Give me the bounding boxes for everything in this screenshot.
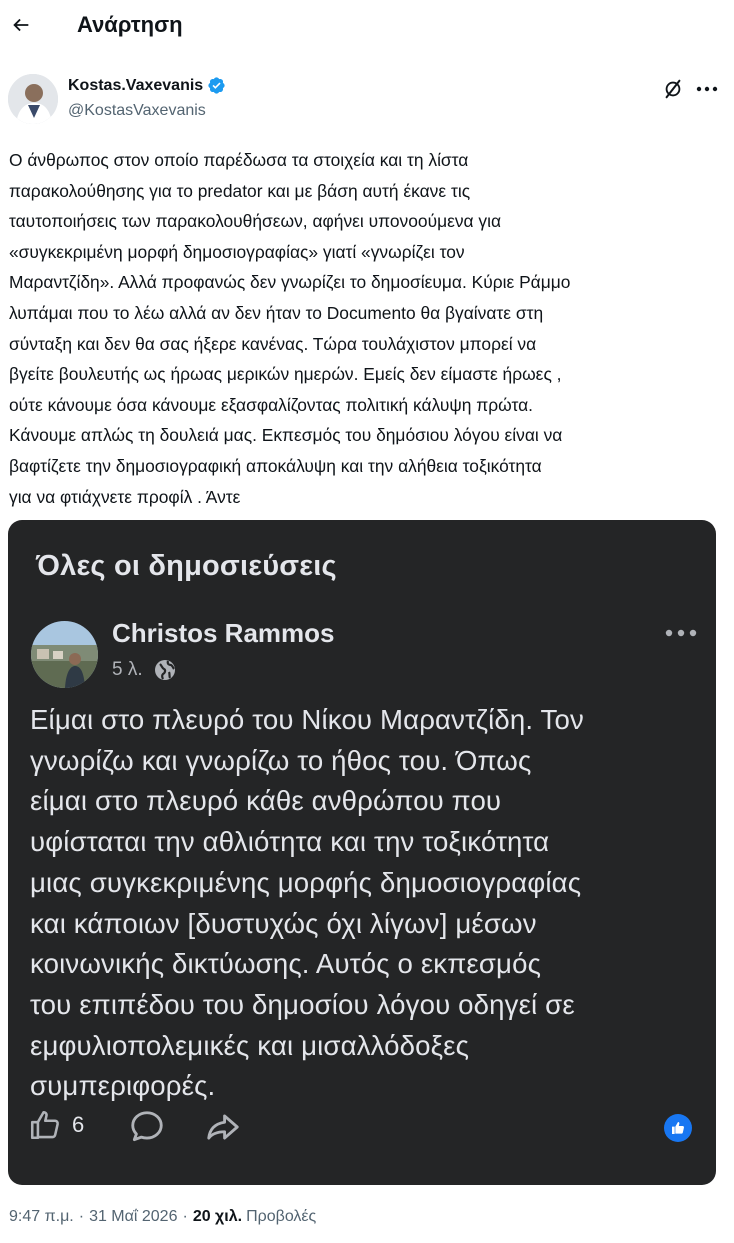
author-name-text: Kostas.Vaxevanis xyxy=(68,76,204,94)
embed-author-avatar-image xyxy=(31,621,98,688)
post-text: Ο άνθρωπος στον οποίο παρέδωσα τα στοιχε… xyxy=(9,150,571,507)
share-icon xyxy=(207,1114,239,1140)
grok-icon xyxy=(665,79,681,99)
author-avatar[interactable] xyxy=(8,74,58,124)
thumbs-up-icon xyxy=(30,1110,59,1140)
embedded-facebook-post[interactable]: Όλες οι δημοσιεύσεις Christos Rammos 5 λ… xyxy=(8,520,716,1185)
views-count: 20 χιλ. xyxy=(192,1208,243,1225)
like-reaction-icon xyxy=(664,1114,692,1142)
comment-icon xyxy=(131,1111,163,1142)
embed-share-button xyxy=(204,1108,242,1151)
like-reaction-thumb-icon xyxy=(672,1122,684,1134)
embed-like-button: 6 xyxy=(28,1108,84,1142)
author-name[interactable]: Kostas.Vaxevanis xyxy=(68,76,226,95)
meta-separator: · xyxy=(78,1208,85,1225)
embed-meta: 5 λ. xyxy=(112,658,177,682)
more-horizontal-icon xyxy=(665,629,697,637)
globe-icon xyxy=(154,660,175,680)
author-handle[interactable]: @KostasVaxevanis xyxy=(68,102,206,120)
embed-comment-button xyxy=(128,1108,166,1151)
page-title: Ανάρτηση xyxy=(77,12,183,37)
embed-more-button xyxy=(658,618,704,648)
more-button[interactable] xyxy=(692,76,722,102)
verified-badge-icon xyxy=(208,77,225,94)
embed-like-count: 6 xyxy=(72,1112,85,1137)
meta-separator: · xyxy=(182,1208,188,1225)
arrow-left-icon xyxy=(13,18,29,32)
back-button[interactable] xyxy=(6,10,36,40)
embed-author-name: Christos Rammos xyxy=(112,618,335,648)
top-bar: Ανάρτηση xyxy=(0,0,734,55)
embed-post-age: 5 λ. xyxy=(112,659,143,680)
post-time[interactable]: 9:47 π.μ. xyxy=(9,1208,74,1226)
post-author: Kostas.Vaxevanis @KostasVaxevanis xyxy=(0,70,734,130)
embed-author-avatar xyxy=(31,621,98,688)
embed-post-text: Είμαι στο πλευρό του Νίκου Μαραντζίδη. Τ… xyxy=(30,704,584,1102)
more-horizontal-icon xyxy=(696,86,718,92)
embed-header: Όλες οι δημοσιεύσεις xyxy=(36,550,337,582)
grok-button[interactable] xyxy=(660,76,686,102)
post-meta: 9:47 π.μ. · 31 Μαΐ 2026 · 20 χιλ. Προβολ… xyxy=(9,1208,316,1226)
views-label: Προβολές xyxy=(246,1208,317,1225)
post-date[interactable]: 31 Μαΐ 2026 xyxy=(89,1208,177,1226)
author-avatar-image xyxy=(8,74,58,124)
embed-action-bar: 6 xyxy=(28,1108,708,1152)
